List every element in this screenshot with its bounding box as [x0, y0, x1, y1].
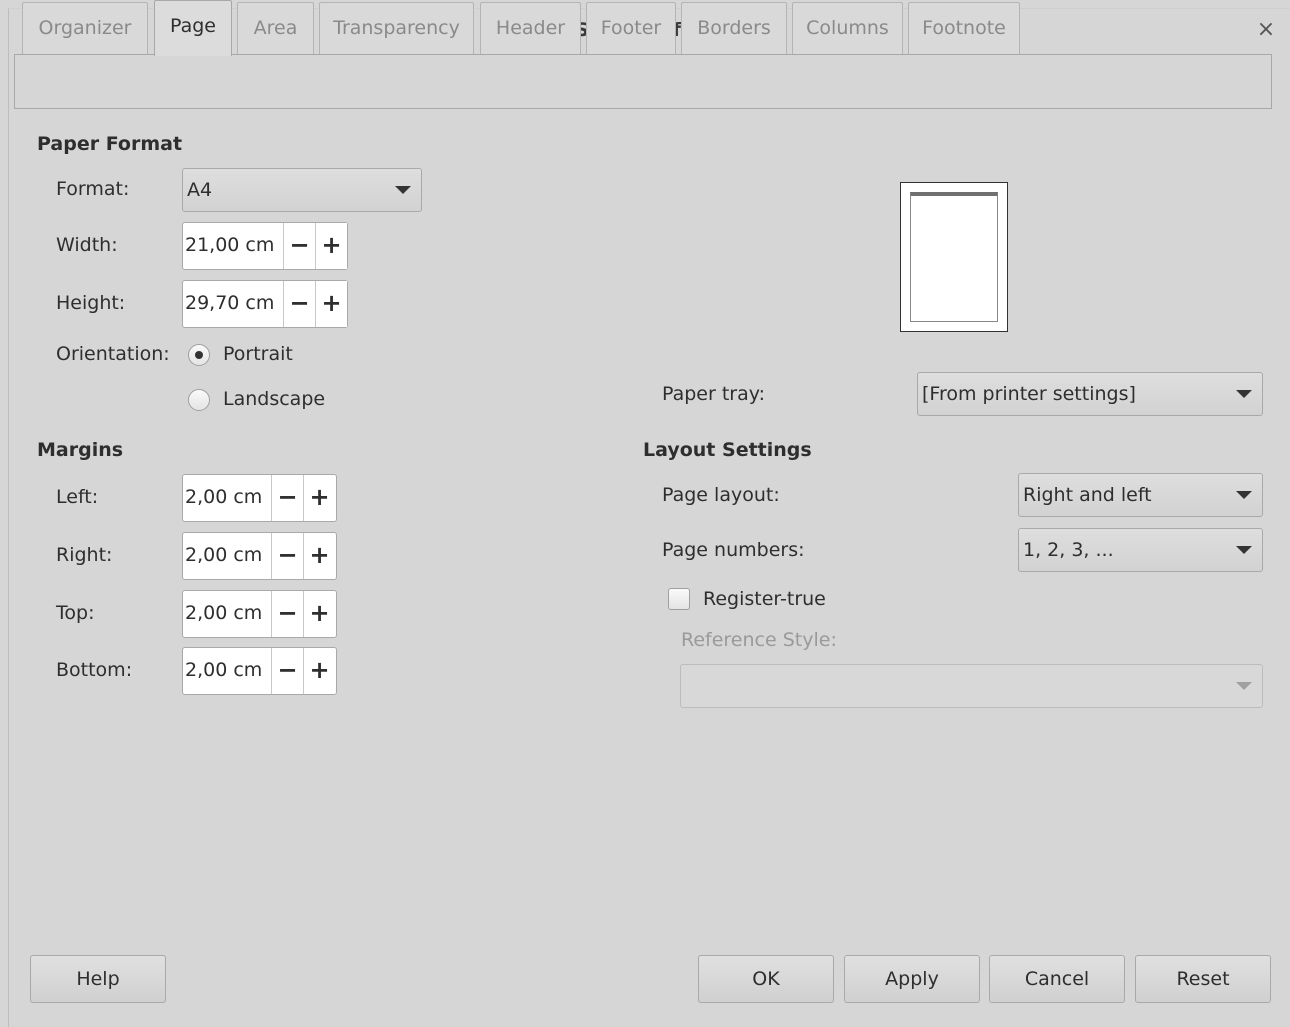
height-spinbox[interactable]: 29,70 cm − + — [182, 280, 348, 328]
tab-bar — [14, 54, 1272, 109]
paper-tray-label: Paper tray: — [662, 383, 766, 405]
format-select[interactable]: A4 — [182, 168, 422, 212]
width-spinbox[interactable]: 21,00 cm − + — [182, 222, 348, 270]
tab-borders[interactable]: Borders — [681, 2, 787, 54]
left-margin-decrement-button[interactable]: − — [271, 475, 303, 521]
height-value[interactable]: 29,70 cm — [185, 281, 274, 327]
top-margin-value[interactable]: 2,00 cm — [185, 591, 262, 637]
right-margin-label: Right: — [56, 544, 113, 566]
top-margin-label: Top: — [56, 602, 95, 624]
cancel-button[interactable]: Cancel — [989, 955, 1125, 1003]
tab-organizer[interactable]: Organizer — [22, 2, 148, 54]
bottom-margin-spinbox[interactable]: 2,00 cm − + — [182, 647, 337, 695]
tab-page[interactable]: Page — [154, 0, 232, 56]
portrait-radio[interactable] — [188, 344, 210, 366]
paper-tray-select[interactable]: [From printer settings] — [917, 372, 1263, 416]
tab-area[interactable]: Area — [237, 2, 314, 54]
bottom-margin-label: Bottom: — [56, 659, 133, 681]
landscape-label[interactable]: Landscape — [223, 388, 325, 410]
bottom-margin-increment-button[interactable]: + — [303, 648, 335, 694]
register-true-label[interactable]: Register-true — [703, 588, 826, 610]
page-layout-label: Page layout: — [662, 484, 780, 506]
left-margin-label: Left: — [56, 486, 99, 508]
width-decrement-button[interactable]: − — [283, 223, 315, 269]
right-margin-spinbox[interactable]: 2,00 cm − + — [182, 532, 337, 580]
margins-heading: Margins — [37, 439, 124, 461]
page-numbers-label: Page numbers: — [662, 539, 805, 561]
chevron-down-icon — [1236, 491, 1252, 499]
left-margin-spinbox[interactable]: 2,00 cm − + — [182, 474, 337, 522]
top-margin-decrement-button[interactable]: − — [271, 591, 303, 637]
portrait-label[interactable]: Portrait — [223, 343, 293, 365]
width-increment-button[interactable]: + — [315, 223, 347, 269]
top-margin-spinbox[interactable]: 2,00 cm − + — [182, 590, 337, 638]
bottom-margin-decrement-button[interactable]: − — [271, 648, 303, 694]
page-preview — [900, 182, 1008, 332]
ok-button[interactable]: OK — [698, 955, 834, 1003]
format-value: A4 — [187, 179, 213, 201]
chevron-down-icon — [1236, 682, 1252, 690]
tab-header[interactable]: Header — [480, 2, 581, 54]
width-value[interactable]: 21,00 cm — [185, 223, 274, 269]
tab-divider — [14, 108, 1272, 109]
tab-footnote[interactable]: Footnote — [908, 2, 1020, 54]
left-margin-value[interactable]: 2,00 cm — [185, 475, 262, 521]
reset-button[interactable]: Reset — [1135, 955, 1271, 1003]
tab-columns[interactable]: Columns — [792, 2, 903, 54]
top-margin-increment-button[interactable]: + — [303, 591, 335, 637]
bottom-margin-value[interactable]: 2,00 cm — [185, 648, 262, 694]
page-numbers-select[interactable]: 1, 2, 3, ... — [1018, 528, 1263, 572]
reference-style-select — [680, 664, 1263, 708]
close-icon[interactable]: × — [1255, 19, 1277, 41]
register-true-checkbox[interactable] — [668, 588, 690, 610]
height-increment-button[interactable]: + — [315, 281, 347, 327]
chevron-down-icon — [1236, 390, 1252, 398]
format-label: Format: — [56, 178, 130, 200]
page-preview-sheet — [910, 192, 998, 322]
landscape-radio[interactable] — [188, 389, 210, 411]
paper-format-heading: Paper Format — [37, 133, 183, 155]
chevron-down-icon — [395, 186, 411, 194]
help-button[interactable]: Help — [30, 955, 166, 1003]
layout-settings-heading: Layout Settings — [643, 439, 812, 461]
left-margin-increment-button[interactable]: + — [303, 475, 335, 521]
page-numbers-value: 1, 2, 3, ... — [1023, 539, 1114, 561]
height-decrement-button[interactable]: − — [283, 281, 315, 327]
right-margin-value[interactable]: 2,00 cm — [185, 533, 262, 579]
tab-footer[interactable]: Footer — [586, 2, 676, 54]
right-margin-decrement-button[interactable]: − — [271, 533, 303, 579]
orientation-label: Orientation: — [56, 343, 170, 365]
page-layout-value: Right and left — [1023, 484, 1152, 506]
reference-style-label: Reference Style: — [681, 629, 837, 651]
tab-transparency[interactable]: Transparency — [319, 2, 474, 54]
right-margin-increment-button[interactable]: + — [303, 533, 335, 579]
paper-tray-value: [From printer settings] — [922, 383, 1136, 405]
width-label: Width: — [56, 234, 118, 256]
chevron-down-icon — [1236, 546, 1252, 554]
page-layout-select[interactable]: Right and left — [1018, 473, 1263, 517]
apply-button[interactable]: Apply — [844, 955, 980, 1003]
height-label: Height: — [56, 292, 126, 314]
radio-selected-dot — [195, 351, 203, 359]
